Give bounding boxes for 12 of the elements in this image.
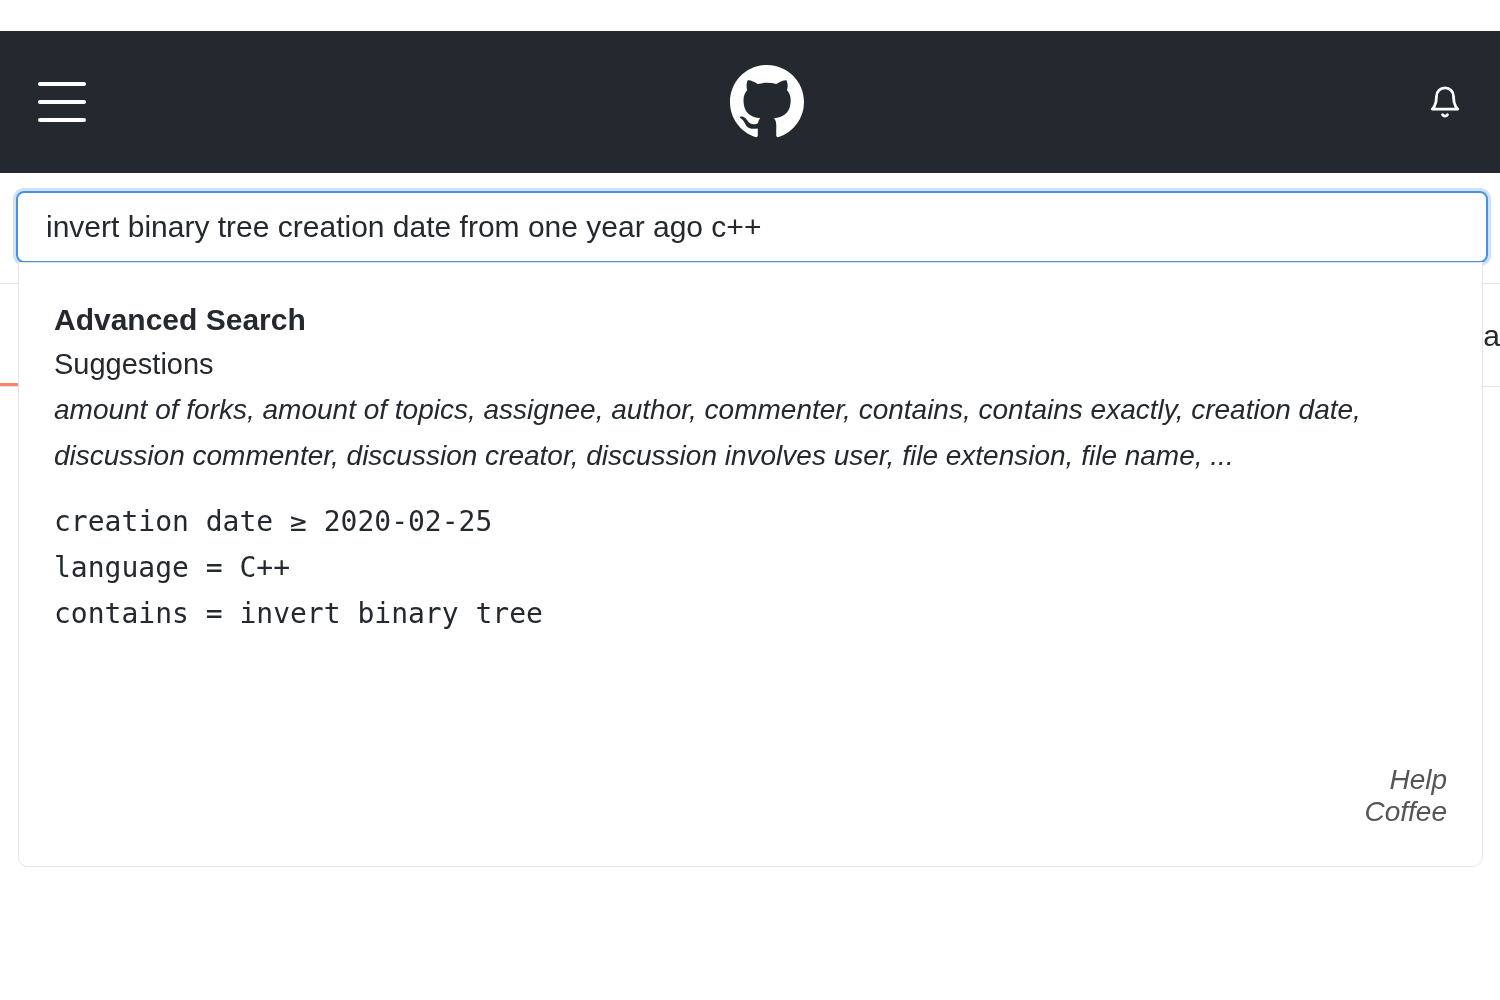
filter-line: contains = invert binary tree xyxy=(54,596,543,632)
dropdown-title: Advanced Search xyxy=(54,302,307,338)
menu-icon[interactable] xyxy=(38,82,86,122)
suggestions-list: amount of forks, amount of topics, assignee, author, commenter, contains, contains exactly, creation date, discussion commenter, discussion creator, discussion involves user, file extension, file name, ... xyxy=(54,387,1384,479)
filter-line: language = C++ xyxy=(54,550,290,586)
search-field[interactable]: invert binary tree creation date from one year ago c++ xyxy=(16,191,1488,263)
octocat-logo-icon[interactable] xyxy=(730,65,804,139)
footer-link[interactable]: Help xyxy=(1389,764,1447,796)
tab[interactable]: a xyxy=(1483,284,1500,386)
footer-link[interactable]: Coffee xyxy=(1364,796,1447,828)
filter-line: creation date ≥ 2020-02-25 xyxy=(54,504,493,540)
suggestions-heading: Suggestions xyxy=(54,347,215,382)
